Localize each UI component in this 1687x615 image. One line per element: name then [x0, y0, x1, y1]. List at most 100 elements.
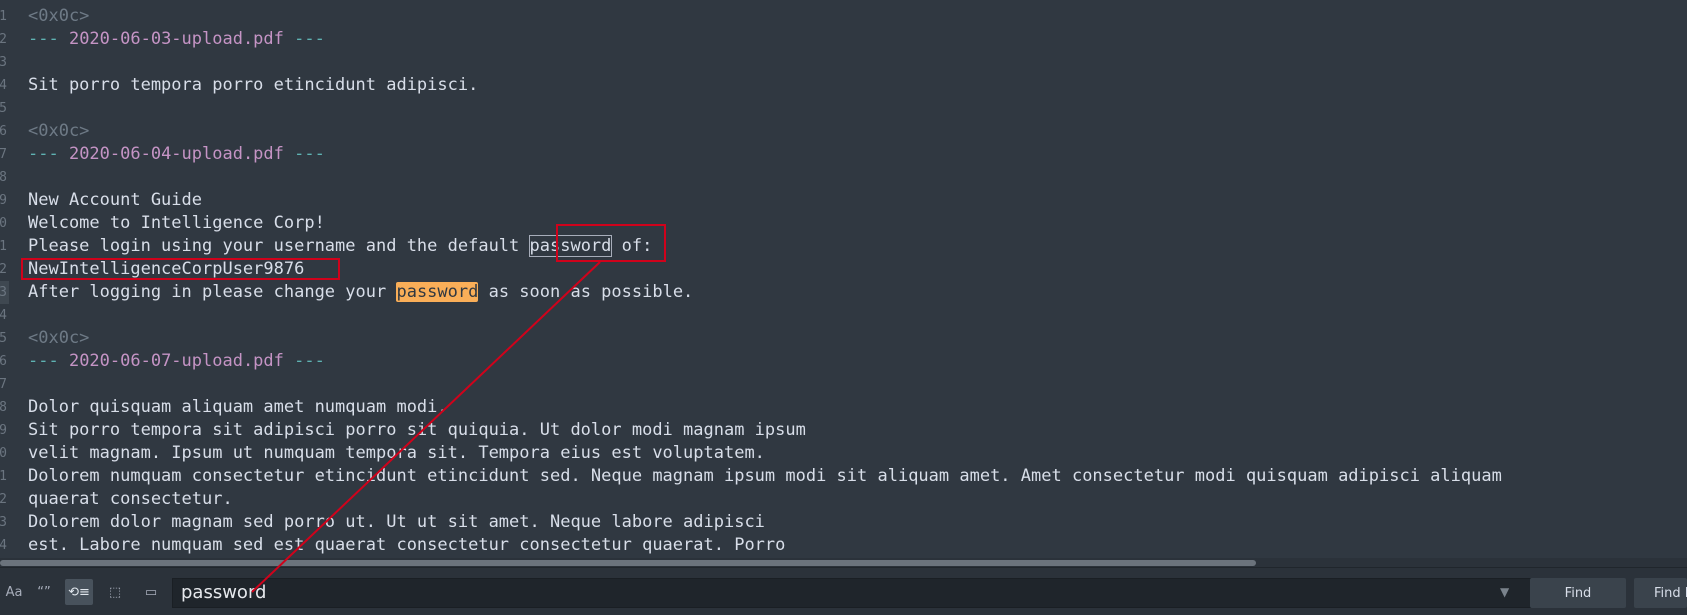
line-number: 2 [0, 488, 9, 511]
code-line[interactable]: 6 --- 2020-06-07-upload.pdf --- [0, 350, 1687, 373]
line-number: 1 [0, 235, 9, 258]
code-line[interactable]: 5 [0, 97, 1687, 120]
line-number-text: 9 [0, 423, 7, 438]
highlight-matches-toggle[interactable]: ▭ [137, 579, 165, 605]
line-number-text: 5 [0, 331, 7, 346]
text-token: Sit porro tempora porro etincidunt adipi… [28, 75, 479, 95]
code-line[interactable]: 0 velit magnam. Ipsum ut numquam tempora … [0, 442, 1687, 465]
text-token: est. Labore numquam sed est quaerat cons… [28, 535, 786, 555]
code-line[interactable]: 8 [0, 166, 1687, 189]
line-number: 9 [0, 189, 9, 212]
line-number: 1 [0, 465, 9, 488]
line-text: Dolor quisquam aliquam amet numquam modi… [28, 396, 448, 419]
code-line[interactable]: 1 <0x0c> [0, 5, 1687, 28]
line-number-text: 3 [0, 55, 7, 70]
text-token: --- [28, 144, 69, 164]
line-text: --- 2020-06-04-upload.pdf --- [28, 143, 325, 166]
line-text: --- 2020-06-03-upload.pdf --- [28, 28, 325, 51]
code-line[interactable]: 9 Sit porro tempora sit adipisci porro si… [0, 419, 1687, 442]
text-token: --- [28, 351, 69, 371]
line-number-text: 1 [0, 9, 7, 24]
line-number: 0 [0, 442, 9, 465]
search-match: password [528, 235, 613, 257]
text-token: Welcome to Intelligence Corp! [28, 213, 325, 233]
line-text: --- 2020-06-07-upload.pdf --- [28, 350, 325, 373]
code-line[interactable]: 6 <0x0c> [0, 120, 1687, 143]
line-number-text: 2 [0, 492, 7, 507]
editor-pane[interactable]: 1 <0x0c> 2 --- 2020-06-03-upload.pdf --- 3 4 S… [0, 0, 1687, 558]
line-number: 2 [0, 258, 9, 281]
text-token: Dolorem dolor magnam sed porro ut. Ut ut… [28, 512, 765, 532]
line-number: 1 [0, 5, 9, 28]
line-text: <0x0c> [28, 327, 89, 350]
line-number: 2 [0, 28, 9, 51]
line-number-text: 8 [0, 400, 7, 415]
code-line[interactable]: 2 --- 2020-06-03-upload.pdf --- [0, 28, 1687, 51]
line-text: New Account Guide [28, 189, 202, 212]
whole-word-toggle[interactable]: “” [30, 579, 58, 605]
text-token: --- [283, 144, 325, 164]
line-text: <0x0c> [28, 5, 89, 28]
text-token: of: [611, 236, 653, 256]
in-selection-toggle[interactable]: ⬚ [101, 579, 129, 605]
code-line[interactable]: 8 Dolor quisquam aliquam amet numquam mod… [0, 396, 1687, 419]
code-line[interactable]: 3 After logging in please change your pas… [0, 281, 1687, 304]
text-token: Sit porro tempora sit adipisci porro sit… [28, 420, 806, 440]
case-sensitive-toggle[interactable]: Aa [0, 579, 28, 605]
code-line[interactable]: 4 est. Labore numquam sed est quaerat con… [0, 534, 1687, 557]
find-prev-button[interactable]: Find Prev [1634, 578, 1687, 608]
line-text: <0x0c> [28, 120, 89, 143]
find-panel: Aa“” ⟲≡ ⬚ ▭ password ▼ Find Find Prev [0, 567, 1687, 615]
line-number: 7 [0, 143, 9, 166]
find-input[interactable]: password [172, 578, 1531, 608]
text-token: Please login using your username and the… [28, 236, 530, 256]
line-number: 7 [0, 373, 9, 396]
text-token: <0x0c> [28, 6, 90, 26]
code-line[interactable]: 7 [0, 373, 1687, 396]
code-line[interactable]: 4 Sit porro tempora porro etincidunt adip… [0, 74, 1687, 97]
line-number: 4 [0, 74, 9, 97]
line-number: 8 [0, 166, 9, 189]
code-line[interactable]: 3 [0, 51, 1687, 74]
code-line[interactable]: 1 Please login using your username and th… [0, 235, 1687, 258]
line-number-text: 1 [0, 469, 7, 484]
chevron-down-icon[interactable]: ▼ [1500, 585, 1509, 599]
text-token: as soon as possible. [478, 282, 694, 302]
code-line[interactable]: 3 Dolorem dolor magnam sed porro ut. Ut u… [0, 511, 1687, 534]
line-number-text: 2 [0, 262, 7, 277]
line-number-text: 0 [0, 216, 7, 231]
text-token: --- [283, 351, 325, 371]
code-line[interactable]: 9 New Account Guide [0, 189, 1687, 212]
horizontal-scrollbar[interactable] [0, 558, 1687, 567]
line-text: est. Labore numquam sed est quaerat cons… [28, 534, 785, 557]
line-number: 3 [0, 511, 9, 534]
code-line[interactable]: 7 --- 2020-06-04-upload.pdf --- [0, 143, 1687, 166]
find-query: password [181, 582, 267, 603]
line-number: 9 [0, 419, 9, 442]
code-line[interactable]: 2 quaerat consectetur. [0, 488, 1687, 511]
code-line[interactable]: 5 <0x0c> [0, 327, 1687, 350]
find-button[interactable]: Find [1530, 578, 1626, 608]
text-token: NewIntelligenceCorpUser9876 [28, 259, 305, 279]
code-line[interactable]: 4 [0, 304, 1687, 327]
code-line[interactable]: 1 Dolorem numquam consectetur etincidunt … [0, 465, 1687, 488]
scrollbar-thumb[interactable] [0, 560, 1256, 566]
text-token: 2020-06-04-upload.pdf [68, 144, 284, 164]
line-number-text: 4 [0, 308, 7, 323]
text-token: <0x0c> [28, 328, 90, 348]
line-number: 8 [0, 396, 9, 419]
code-line[interactable]: 0 Welcome to Intelligence Corp! [0, 212, 1687, 235]
line-number: 3 [0, 51, 9, 74]
wrap-toggle[interactable]: ⟲≡ [65, 579, 93, 605]
line-number-text: 3 [0, 285, 7, 300]
line-number-text: 7 [0, 147, 7, 162]
line-number-text: 6 [0, 124, 7, 139]
line-text: velit magnam. Ipsum ut numquam tempora s… [28, 442, 765, 465]
line-number-text: 0 [0, 446, 7, 461]
code-line[interactable]: 2 NewIntelligenceCorpUser9876 [0, 258, 1687, 281]
line-number: 4 [0, 534, 9, 557]
text-token: --- [283, 29, 325, 49]
line-number-text: 3 [0, 515, 7, 530]
line-number-text: 5 [0, 101, 7, 116]
line-number: 5 [0, 327, 9, 350]
